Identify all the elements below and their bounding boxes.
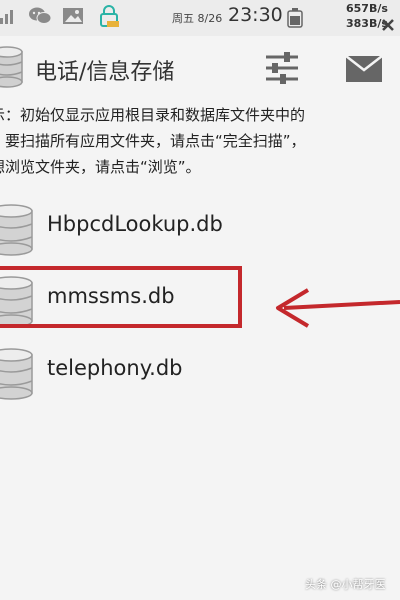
status-time: 23:30: [228, 4, 283, 26]
app-toolbar: 电话/信息存储: [0, 36, 400, 100]
status-bar: 周五 8/26 23:30 657B/s 383B/s: [0, 0, 400, 36]
status-day-date: 周五 8/26: [172, 12, 223, 25]
scan-notice: 示：初始仅显示应用根目录和数据库文件夹中的 ，要扫描所有应用文件夹，请点击“完全…: [0, 100, 400, 184]
file-name: telephony.db: [47, 356, 183, 380]
pointer-arrow-icon: [276, 288, 400, 328]
battery-icon: [287, 8, 303, 28]
lock-notification-icon: [100, 5, 119, 27]
file-list-item-hbpcdlookup[interactable]: HbpcdLookup.db: [0, 194, 400, 260]
photo-icon: [63, 8, 83, 24]
watermark: 头条 @小帮牙医: [305, 578, 386, 591]
signal-icon: [0, 10, 13, 24]
close-icon[interactable]: [381, 18, 395, 32]
wechat-icon: [29, 7, 52, 24]
database-file-icon: [0, 348, 33, 400]
notice-line: 想浏览文件夹，请点击“浏览”。: [0, 158, 201, 176]
filter-sliders-icon[interactable]: [264, 50, 300, 86]
net-up-speed: 657B/s: [346, 2, 388, 15]
database-file-icon: [0, 204, 33, 256]
highlight-box: [0, 266, 242, 328]
page-title: 电话/信息存储: [35, 60, 175, 85]
file-name: HbpcdLookup.db: [47, 212, 223, 236]
database-icon: [0, 46, 23, 88]
mail-icon[interactable]: [346, 56, 382, 82]
notice-line: 示：初始仅显示应用根目录和数据库文件夹中的: [0, 106, 306, 124]
file-list-item-telephony[interactable]: telephony.db: [0, 338, 400, 404]
notice-line: ，要扫描所有应用文件夹，请点击“完全扫描”，: [0, 132, 306, 150]
